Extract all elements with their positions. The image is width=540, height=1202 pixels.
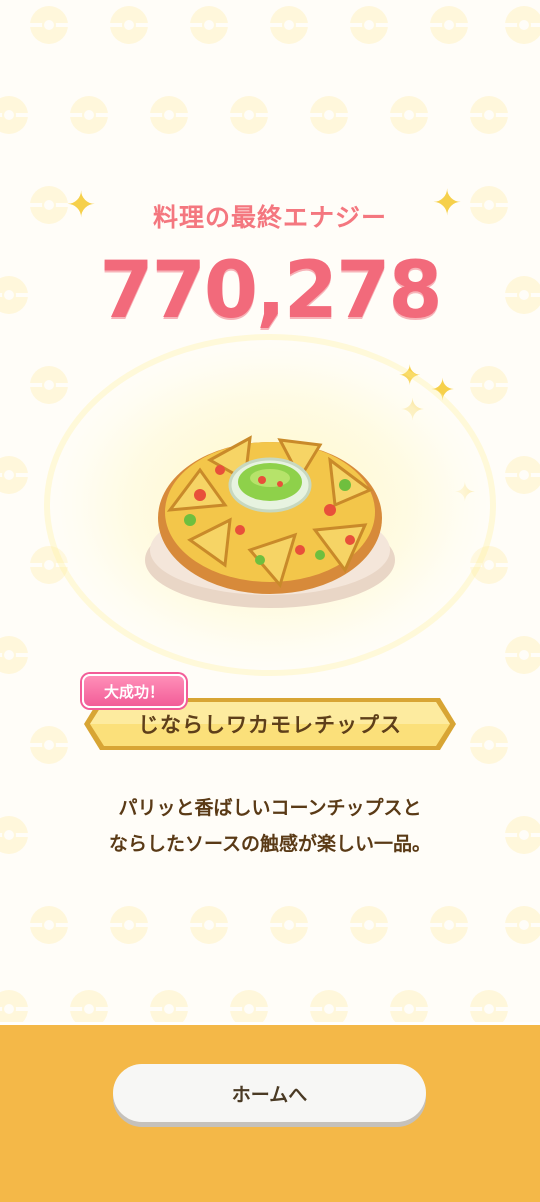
great-success-badge: 大成功！ <box>82 674 186 708</box>
home-button[interactable]: ホームへ <box>113 1064 426 1122</box>
dish-description-line: パリッと香ばしいコーンチップスと <box>118 797 422 819</box>
dish-image <box>130 400 410 620</box>
final-energy-label: 料理の最終エナジー <box>152 203 387 232</box>
final-energy-value: 770,278 <box>99 246 442 336</box>
dish-description-line: ならしたソースの触感が楽しい一品。 <box>108 833 432 855</box>
dish-description: パリッと香ばしいコーンチップスと ならしたソースの触感が楽しい一品。 <box>0 790 540 862</box>
